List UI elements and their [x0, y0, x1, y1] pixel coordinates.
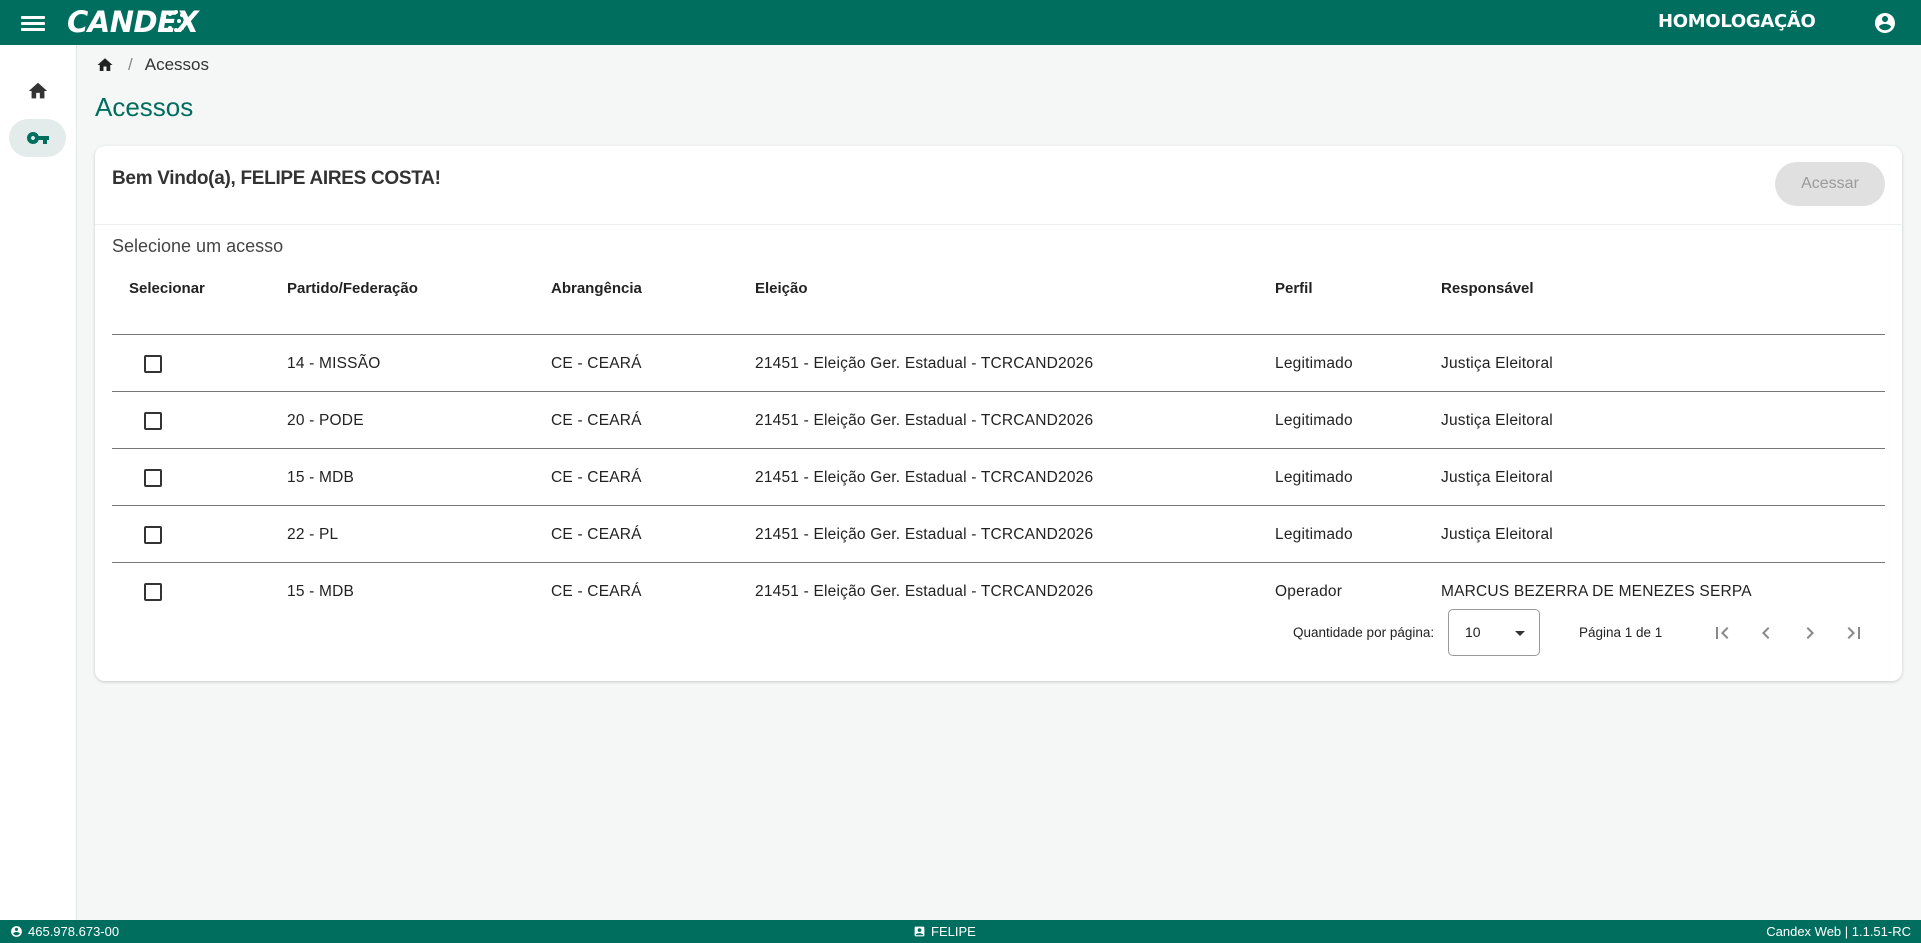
table-row[interactable]: 22 - PL CE - CEARÁ 21451 - Eleição Ger. … — [112, 506, 1885, 563]
select-caption: Selecione um acesso — [112, 236, 284, 256]
row-checkbox[interactable] — [144, 355, 162, 373]
page-size-label: Quantidade por página: — [1293, 625, 1435, 640]
last-page-icon[interactable] — [1841, 620, 1867, 646]
cell-responsible: Justiça Eleitoral — [1441, 526, 1553, 543]
cell-party: 15 - MDB — [287, 469, 355, 486]
footer-user: FELIPE — [913, 924, 976, 939]
cell-scope: CE - CEARÁ — [551, 583, 642, 600]
access-button[interactable]: Acessar — [1775, 162, 1885, 206]
cell-scope: CE - CEARÁ — [551, 355, 642, 372]
cell-responsible: Justiça Eleitoral — [1441, 469, 1553, 486]
cell-profile: Operador — [1275, 583, 1343, 600]
cell-party: 14 - MISSÃO — [287, 355, 381, 372]
menu-icon[interactable] — [21, 13, 45, 33]
logo-dots-icon — [168, 10, 187, 32]
page-title: Acessos — [95, 92, 194, 122]
cell-profile: Legitimado — [1275, 526, 1353, 543]
column-header-responsible[interactable]: Responsável — [1441, 266, 1534, 322]
table-row[interactable]: 14 - MISSÃO CE - CEARÁ 21451 - Eleição G… — [112, 335, 1885, 392]
top-app-bar: CANDEX HOMOLOGAÇÃO — [0, 0, 1921, 45]
sidebar-item-access[interactable] — [9, 119, 66, 157]
cell-election: 21451 - Eleição Ger. Estadual - TCRCAND2… — [755, 412, 1094, 429]
first-page-icon[interactable] — [1709, 620, 1735, 646]
cell-scope: CE - CEARÁ — [551, 469, 642, 486]
cell-profile: Legitimado — [1275, 469, 1353, 486]
app-version: Candex Web | 1.1.51-RC — [1766, 924, 1911, 939]
page-size-value: 10 — [1465, 624, 1481, 640]
key-icon — [26, 132, 49, 144]
user-name: FELIPE — [931, 924, 976, 939]
account-circle-icon[interactable] — [1873, 11, 1897, 35]
divider — [95, 224, 1902, 225]
chevron-left-icon[interactable] — [1753, 620, 1779, 646]
home-icon[interactable] — [96, 56, 114, 74]
cpf-text: 465.978.673-00 — [28, 924, 120, 939]
breadcrumb-current: Acessos — [144, 55, 209, 74]
cell-responsible: Justiça Eleitoral — [1441, 412, 1553, 429]
dropdown-arrow-icon — [1515, 631, 1525, 636]
home-icon — [28, 82, 47, 99]
table-row[interactable]: 15 - MDB CE - CEARÁ 21451 - Eleição Ger.… — [112, 563, 1885, 620]
sidebar-item-home[interactable] — [9, 72, 66, 110]
cell-election: 21451 - Eleição Ger. Estadual - TCRCAND2… — [755, 583, 1094, 600]
footer-cpf: 465.978.673-00 — [10, 924, 119, 939]
column-header-scope[interactable]: Abrangência — [551, 266, 642, 322]
environment-label: HOMOLOGAÇÃO — [1658, 11, 1816, 32]
row-checkbox[interactable] — [144, 469, 162, 487]
row-checkbox[interactable] — [144, 412, 162, 430]
column-header-select: Selecionar — [129, 280, 205, 297]
sidebar — [0, 45, 77, 920]
access-card: Bem Vindo(a), FELIPE AIRES COSTA! Acessa… — [95, 146, 1902, 681]
cell-election: 21451 - Eleição Ger. Estadual - TCRCAND2… — [755, 355, 1094, 372]
welcome-message: Bem Vindo(a), FELIPE AIRES COSTA! — [112, 168, 441, 189]
cell-party: 22 - PL — [287, 526, 339, 543]
column-header-election[interactable]: Eleição — [755, 266, 808, 322]
table-row[interactable]: 15 - MDB CE - CEARÁ 21451 - Eleição Ger.… — [112, 449, 1885, 506]
row-checkbox[interactable] — [144, 526, 162, 544]
cell-profile: Legitimado — [1275, 355, 1353, 372]
cell-responsible: Justiça Eleitoral — [1441, 355, 1553, 372]
status-bar: 465.978.673-00 FELIPE Candex Web | 1.1.5… — [0, 920, 1921, 943]
column-header-party[interactable]: Partido/Federação — [287, 266, 418, 322]
column-header-profile[interactable]: Perfil — [1275, 266, 1313, 322]
breadcrumb-separator: / — [128, 55, 133, 74]
row-checkbox[interactable] — [144, 583, 162, 601]
chevron-right-icon[interactable] — [1797, 620, 1823, 646]
cell-party: 20 - PODE — [287, 412, 364, 429]
cell-party: 15 - MDB — [287, 583, 355, 600]
account-circle-icon — [11, 926, 22, 937]
cell-election: 21451 - Eleição Ger. Estadual - TCRCAND2… — [755, 526, 1094, 543]
page-info: Página 1 de 1 — [1579, 625, 1663, 640]
cell-profile: Legitimado — [1275, 412, 1353, 429]
cell-scope: CE - CEARÁ — [551, 412, 642, 429]
page-size-select[interactable]: 10 — [1448, 609, 1540, 656]
badge-icon — [914, 926, 925, 937]
breadcrumb: / Acessos — [96, 55, 209, 75]
table-row[interactable]: 20 - PODE CE - CEARÁ 21451 - Eleição Ger… — [112, 392, 1885, 449]
cell-election: 21451 - Eleição Ger. Estadual - TCRCAND2… — [755, 469, 1094, 486]
cell-scope: CE - CEARÁ — [551, 526, 642, 543]
